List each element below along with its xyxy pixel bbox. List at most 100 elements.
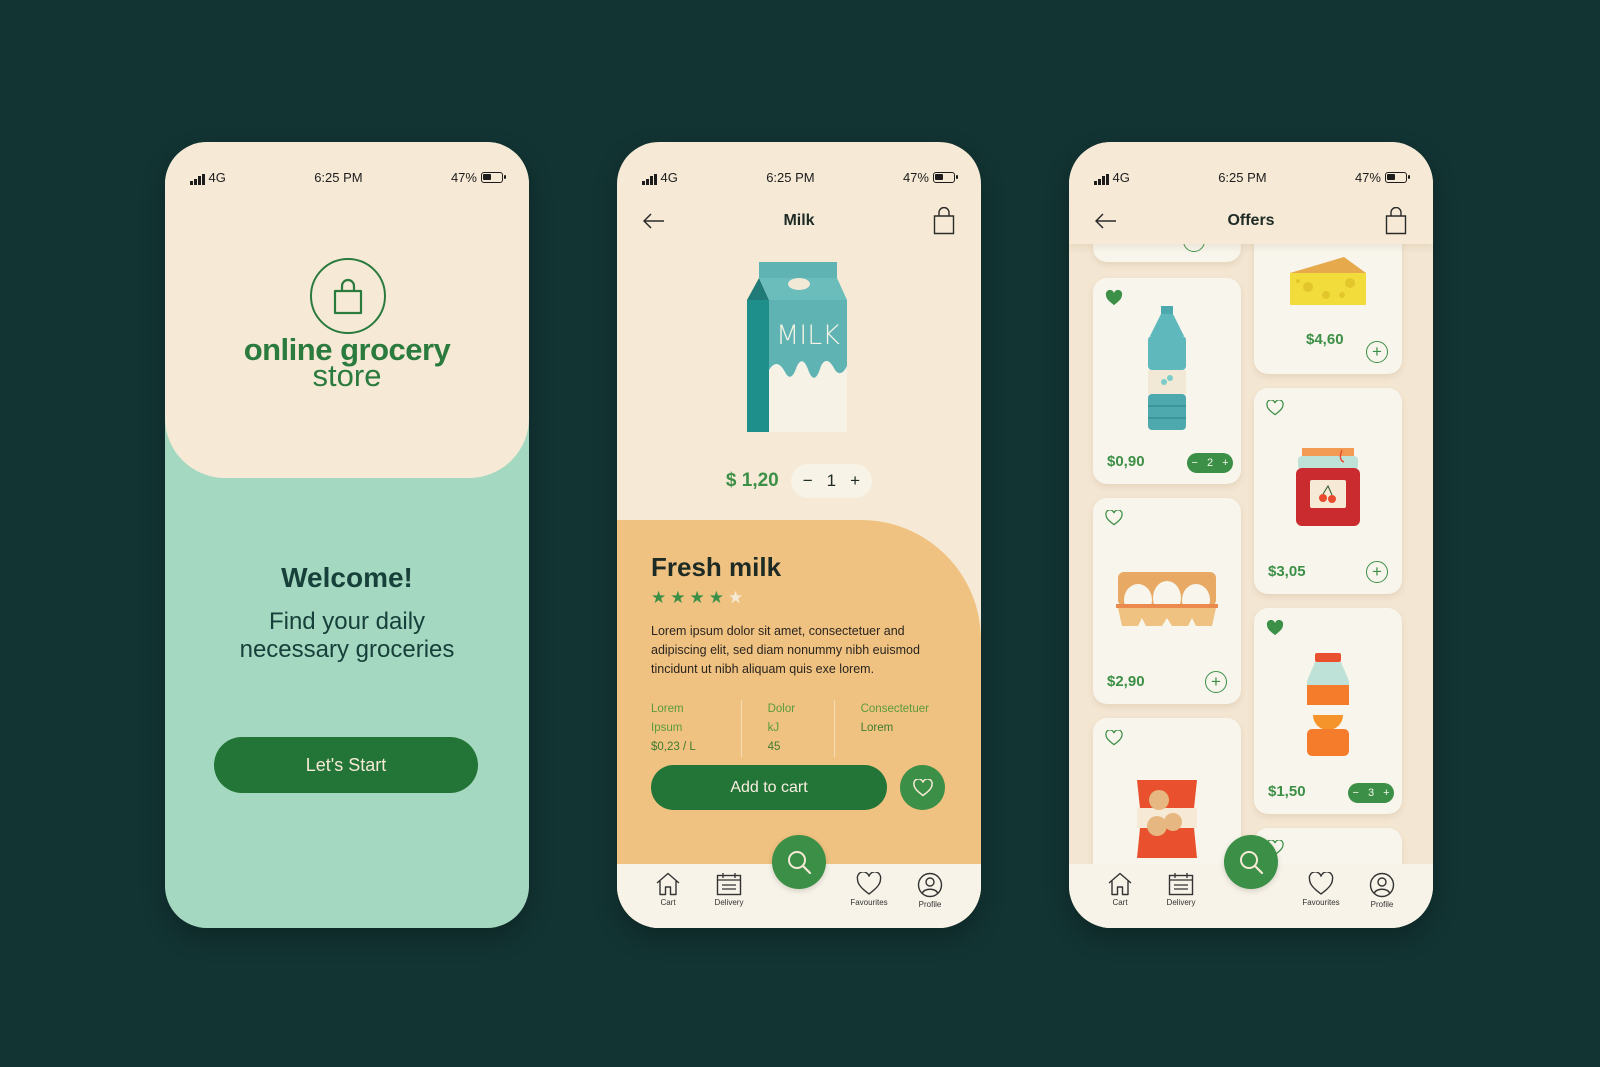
product-price: $3,05 [1268, 563, 1306, 580]
increase-button[interactable]: + [1383, 787, 1389, 799]
search-button[interactable] [772, 835, 826, 889]
nav-label: Cart [660, 898, 676, 907]
product-card-eggs[interactable]: $2,90 + [1093, 498, 1241, 704]
profile-icon [917, 872, 943, 898]
heart-filled-icon[interactable] [1105, 290, 1123, 306]
quantity-stepper: − 2 + [1187, 453, 1233, 473]
quantity-value: 1 [826, 471, 837, 490]
search-icon [1240, 851, 1264, 875]
network-label: 4G [1112, 169, 1130, 185]
cherry-jam-image [1296, 448, 1360, 526]
nav-profile[interactable]: Profile [907, 872, 953, 928]
nav-delivery[interactable]: Delivery [1158, 872, 1204, 928]
status-bar: 4G 6:25 PM 47% [617, 142, 981, 198]
chips-bag-image [1137, 780, 1197, 858]
product-price: $0,90 [1107, 453, 1145, 470]
welcome-screen: 4G 6:25 PM 47% online grocery store Welc… [165, 142, 529, 928]
spec-item: Dolor kJ 45 [768, 700, 835, 757]
add-to-cart-icon[interactable]: + [1366, 341, 1388, 363]
increase-quantity-button[interactable]: + [850, 471, 860, 491]
nav-label: Favourites [850, 898, 888, 907]
product-screen: 4G 6:25 PM 47% Milk MILK $ 1,20 − 1 + Fr… [617, 142, 981, 928]
shopping-bag-icon [933, 207, 955, 235]
nav-label: Favourites [1302, 898, 1340, 907]
signal-icon [1094, 173, 1109, 185]
page-title: Offers [1227, 212, 1275, 229]
logo [310, 258, 386, 334]
shopping-bag-icon [1385, 207, 1407, 235]
spec-value: 45 [767, 741, 781, 753]
brand-name: online grocery store [165, 334, 529, 391]
home-icon [1108, 872, 1132, 896]
battery-indicator: 47% [450, 169, 506, 185]
add-to-cart-icon[interactable]: + [1366, 561, 1388, 583]
nav-cart[interactable]: Cart [1097, 872, 1143, 928]
back-button[interactable] [1091, 206, 1121, 236]
quantity-value: 2 [1206, 457, 1214, 469]
quantity-stepper: − 3 + [1348, 783, 1394, 803]
spec-label: Dolor kJ [767, 703, 796, 734]
price-row: $ 1,20 − 1 + [617, 464, 981, 498]
battery-indicator: 47% [903, 170, 958, 185]
add-to-cart-button[interactable]: Add to cart [651, 765, 887, 810]
network-label: 4G [660, 169, 678, 185]
nav-favourites[interactable]: Favourites [846, 872, 892, 928]
page-title: Milk [783, 212, 815, 229]
spec-item: Consectetuer Lorem [861, 700, 955, 757]
calendar-icon [716, 873, 742, 896]
product-description: Lorem ipsum dolor sit amet, consectetuer… [651, 624, 920, 676]
decrease-button[interactable]: − [1192, 457, 1198, 469]
product-specs: Lorem Ipsum $0,23 / L Dolor kJ 45 Consec… [651, 700, 981, 757]
cart-bag-button[interactable] [929, 206, 959, 236]
calendar-icon [1168, 873, 1194, 896]
nav-profile[interactable]: Profile [1359, 872, 1405, 928]
signal-indicator: 4G [1094, 170, 1130, 185]
signal-indicator: 4G [642, 170, 678, 185]
orange-juice-image [1307, 653, 1349, 756]
product-card-jam[interactable]: $3,05 + [1254, 388, 1402, 594]
tagline-line-1: Find your daily [268, 608, 426, 635]
heart-icon[interactable] [1105, 510, 1123, 526]
spec-label: Lorem Ipsum [651, 703, 684, 734]
eggs-carton-image [1116, 572, 1218, 626]
product-price: $ 1,20 [725, 470, 779, 491]
cart-bag-button[interactable] [1381, 206, 1411, 236]
lets-start-button[interactable]: Let's Start [214, 737, 478, 793]
nav-delivery[interactable]: Delivery [706, 872, 752, 928]
nav-cart[interactable]: Cart [645, 872, 691, 928]
increase-button[interactable]: + [1222, 457, 1228, 469]
signal-indicator: 4G [190, 170, 226, 185]
spec-item: Lorem Ipsum $0,23 / L [651, 700, 742, 757]
battery-percent: 47% [450, 169, 477, 185]
heart-filled-icon[interactable] [1266, 620, 1284, 636]
nav-label: Profile [918, 900, 942, 909]
nav-label: Delivery [714, 898, 744, 907]
battery-indicator: 47% [1355, 170, 1410, 185]
arrow-left-icon [643, 213, 664, 229]
status-bar: 4G 6:25 PM 47% [165, 142, 529, 198]
nav-label: Cart [1112, 898, 1128, 907]
spec-value: $0,23 / L [651, 741, 696, 753]
star-icon: ★ [670, 588, 686, 607]
favourite-button[interactable] [900, 765, 945, 810]
product-card-water[interactable]: $0,90 − 2 + [1093, 278, 1241, 484]
profile-icon [1369, 872, 1395, 898]
nav-label: Delivery [1166, 898, 1196, 907]
heart-icon[interactable] [1266, 400, 1284, 416]
product-card-orange-juice[interactable]: $1,50 − 3 + [1254, 608, 1402, 814]
milk-carton-image: MILK [747, 262, 847, 432]
decrease-button[interactable]: − [1353, 787, 1359, 799]
decrease-quantity-button[interactable]: − [803, 471, 813, 491]
nav-label: Profile [1370, 900, 1394, 909]
offers-screen: + $0,90 − 2 + [1069, 142, 1433, 928]
back-button[interactable] [639, 206, 669, 236]
heart-icon[interactable] [1105, 730, 1123, 746]
star-icon: ★ [708, 588, 724, 607]
search-button[interactable] [1224, 835, 1278, 889]
clock: 6:25 PM [766, 169, 815, 185]
svg-text:MILK: MILK [776, 320, 840, 351]
add-to-cart-icon[interactable]: + [1205, 671, 1227, 693]
heart-icon [856, 872, 882, 895]
cheese-image [1290, 257, 1366, 305]
nav-favourites[interactable]: Favourites [1298, 872, 1344, 928]
